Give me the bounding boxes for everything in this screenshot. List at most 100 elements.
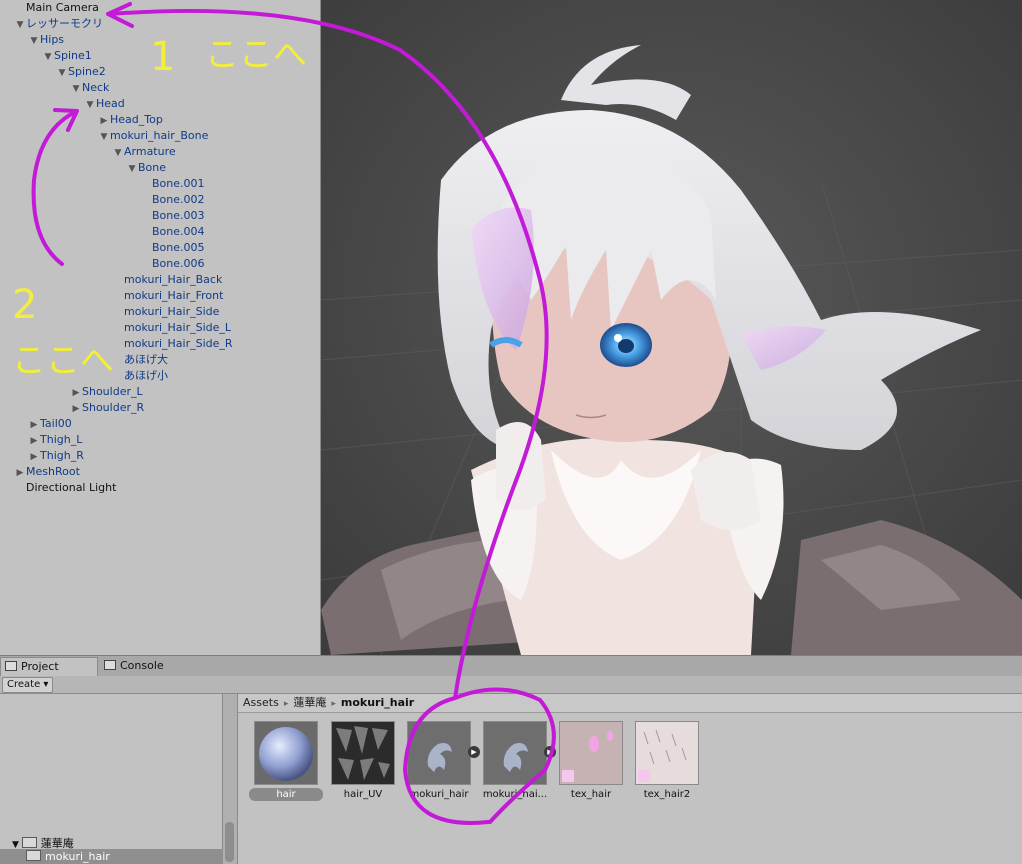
breadcrumb-separator-icon: ▸	[283, 699, 289, 709]
hierarchy-item[interactable]: ▶ Tail00	[28, 416, 72, 432]
create-button[interactable]: Create ▾	[2, 677, 54, 693]
hierarchy-item-label: Thigh_L	[40, 433, 83, 446]
scene-render	[321, 0, 1022, 655]
expanded-triangle-icon[interactable]: ▼	[70, 81, 82, 97]
expanded-triangle-icon[interactable]: ▼	[98, 129, 110, 145]
asset-grid[interactable]: hair hair_UV ▶ mokuri_hair ▶ mokuri_hai... tex…	[238, 713, 1022, 864]
hierarchy-item[interactable]: ▼ Bone	[126, 160, 166, 176]
hierarchy-item[interactable]: ▶mokuri_Hair_Side_R	[112, 336, 233, 352]
expanded-triangle-icon[interactable]: ▼	[112, 145, 124, 161]
scrollbar-thumb[interactable]	[225, 822, 234, 862]
asset-item[interactable]: ▶ mokuri_hai...	[482, 721, 556, 801]
hierarchy-panel[interactable]: ▶Main Camera▼レッサーモクリ▼Hips▼Spine1▼Spine2▼…	[0, 0, 321, 655]
hierarchy-item[interactable]: ▼ Armature	[112, 144, 176, 160]
folder-icon	[26, 850, 41, 861]
expanded-triangle-icon[interactable]: ▼	[84, 97, 96, 113]
hierarchy-item[interactable]: ▼ レッサーモクリ	[14, 16, 103, 32]
asset-label: tex_hair	[570, 789, 612, 800]
hierarchy-item[interactable]: ▶ Shoulder_L	[70, 384, 143, 400]
hierarchy-item[interactable]: ▶mokuri_Hair_Side	[112, 304, 219, 320]
expand-arrow-icon[interactable]: ▶	[468, 746, 480, 758]
hierarchy-item-label: Shoulder_L	[82, 385, 143, 398]
hierarchy-item[interactable]: ▼ Head	[84, 96, 125, 112]
hierarchy-item[interactable]: ▶Bone.006	[140, 256, 205, 272]
asset-item[interactable]: hair	[249, 721, 323, 801]
breadcrumb-item[interactable]: Assets	[243, 696, 279, 709]
hierarchy-item[interactable]: ▶ MeshRoot	[14, 464, 80, 480]
hierarchy-item-label: mokuri_Hair_Side_R	[124, 337, 233, 350]
hierarchy-item[interactable]: ▶Directional Light	[14, 480, 116, 496]
hierarchy-item-label: Bone	[138, 161, 167, 174]
hierarchy-item-label: あほげ小	[124, 369, 168, 382]
asset-label: mokuri_hair	[409, 789, 469, 800]
hierarchy-item[interactable]: ▶Main Camera	[14, 0, 99, 16]
collapsed-triangle-icon[interactable]: ▶	[70, 385, 82, 401]
hierarchy-item[interactable]: ▶ Shoulder_R	[70, 400, 145, 417]
material-thumbnail	[254, 721, 318, 785]
hierarchy-item-label: mokuri_Hair_Front	[124, 289, 224, 302]
expanded-triangle-icon[interactable]: ▼	[126, 161, 138, 177]
hierarchy-item-label: Bone.005	[152, 241, 205, 254]
folder-tree[interactable]: ▼ 蓮華庵 mokuri_hair	[0, 694, 248, 864]
breadcrumb-item[interactable]: 蓮華庵	[293, 696, 326, 709]
scene-view[interactable]	[321, 0, 1022, 655]
hierarchy-item[interactable]: ▶Bone.003	[140, 208, 205, 224]
hierarchy-item[interactable]: ▶Bone.001	[140, 176, 205, 192]
folder-item[interactable]: mokuri_hair	[0, 849, 248, 864]
hierarchy-item-label: MeshRoot	[26, 465, 80, 478]
hierarchy-item[interactable]: ▶ Thigh_L	[28, 432, 83, 449]
expand-arrow-icon[interactable]: ▶	[544, 746, 556, 758]
collapsed-triangle-icon[interactable]: ▶	[14, 465, 26, 481]
hierarchy-item-label: Bone.004	[152, 225, 205, 238]
asset-label: tex_hair2	[643, 789, 691, 800]
hierarchy-item[interactable]: ▶ Head_Top	[98, 112, 163, 128]
tab-console[interactable]: Console	[100, 657, 190, 675]
tab-project-label: Project	[21, 660, 59, 673]
expanded-triangle-icon[interactable]: ▼	[56, 65, 68, 81]
hierarchy-item-label: Hips	[40, 33, 65, 46]
hierarchy-item[interactable]: ▼ Hips	[28, 32, 65, 49]
hierarchy-item[interactable]: ▶mokuri_Hair_Front	[112, 288, 223, 304]
hierarchy-item[interactable]: ▼ Spine2	[56, 64, 106, 80]
asset-item[interactable]: hair_UV	[330, 721, 396, 801]
folder-tree-scrollbar[interactable]	[223, 694, 238, 864]
hierarchy-item[interactable]: ▶あほげ小	[112, 368, 168, 384]
hierarchy-item[interactable]: ▶Bone.004	[140, 224, 205, 240]
collapsed-triangle-icon[interactable]: ▶	[28, 417, 40, 433]
hierarchy-item[interactable]: ▶Bone.002	[140, 192, 205, 208]
asset-item[interactable]: ▶ mokuri_hair	[406, 721, 480, 801]
collapsed-triangle-icon[interactable]: ▶	[70, 401, 82, 417]
hierarchy-item[interactable]: ▶mokuri_Hair_Back	[112, 272, 222, 288]
asset-item[interactable]: tex_hair	[558, 721, 624, 801]
collapsed-triangle-icon[interactable]: ▶	[98, 113, 110, 129]
hierarchy-item-label: あほげ大	[124, 353, 168, 366]
folder-label: mokuri_hair	[45, 850, 110, 863]
hierarchy-item[interactable]: ▼ Spine1	[42, 48, 92, 64]
hierarchy-item-label: Spine2	[68, 65, 106, 78]
tab-project[interactable]: Project	[0, 657, 98, 676]
hierarchy-item-label: Thigh_R	[40, 449, 84, 462]
texture-dark-thumbnail	[331, 721, 395, 785]
hierarchy-item-label: Main Camera	[26, 1, 99, 14]
expanded-triangle-icon[interactable]: ▼	[28, 33, 40, 49]
hierarchy-item[interactable]: ▶ Thigh_R	[28, 448, 84, 464]
hierarchy-item-label: Bone.002	[152, 193, 205, 206]
hierarchy-item[interactable]: ▶Bone.005	[140, 240, 205, 256]
collapsed-triangle-icon[interactable]: ▶	[28, 433, 40, 449]
hierarchy-item[interactable]: ▶あほげ大	[112, 352, 168, 368]
hierarchy-item[interactable]: ▼ Neck	[70, 80, 110, 97]
expanded-triangle-icon[interactable]: ▼	[42, 49, 54, 65]
asset-item[interactable]: tex_hair2	[634, 721, 700, 801]
console-icon	[104, 660, 116, 670]
hierarchy-item[interactable]: ▶mokuri_Hair_Side_L	[112, 320, 231, 336]
expanded-triangle-icon[interactable]: ▼	[14, 17, 26, 33]
collapsed-triangle-icon[interactable]: ▶	[28, 449, 40, 465]
hierarchy-item-label: Neck	[82, 81, 110, 94]
model-thumbnail: ▶	[483, 721, 556, 785]
hierarchy-item-label: Head_Top	[110, 113, 163, 126]
breadcrumb-separator-icon: ▸	[331, 699, 336, 709]
hierarchy-item-label: mokuri_hair_Bone	[110, 129, 209, 142]
right-paw	[691, 452, 761, 530]
hierarchy-item[interactable]: ▼ mokuri_hair_Bone	[98, 128, 209, 145]
breadcrumb-item[interactable]: mokuri_hair	[341, 696, 414, 709]
